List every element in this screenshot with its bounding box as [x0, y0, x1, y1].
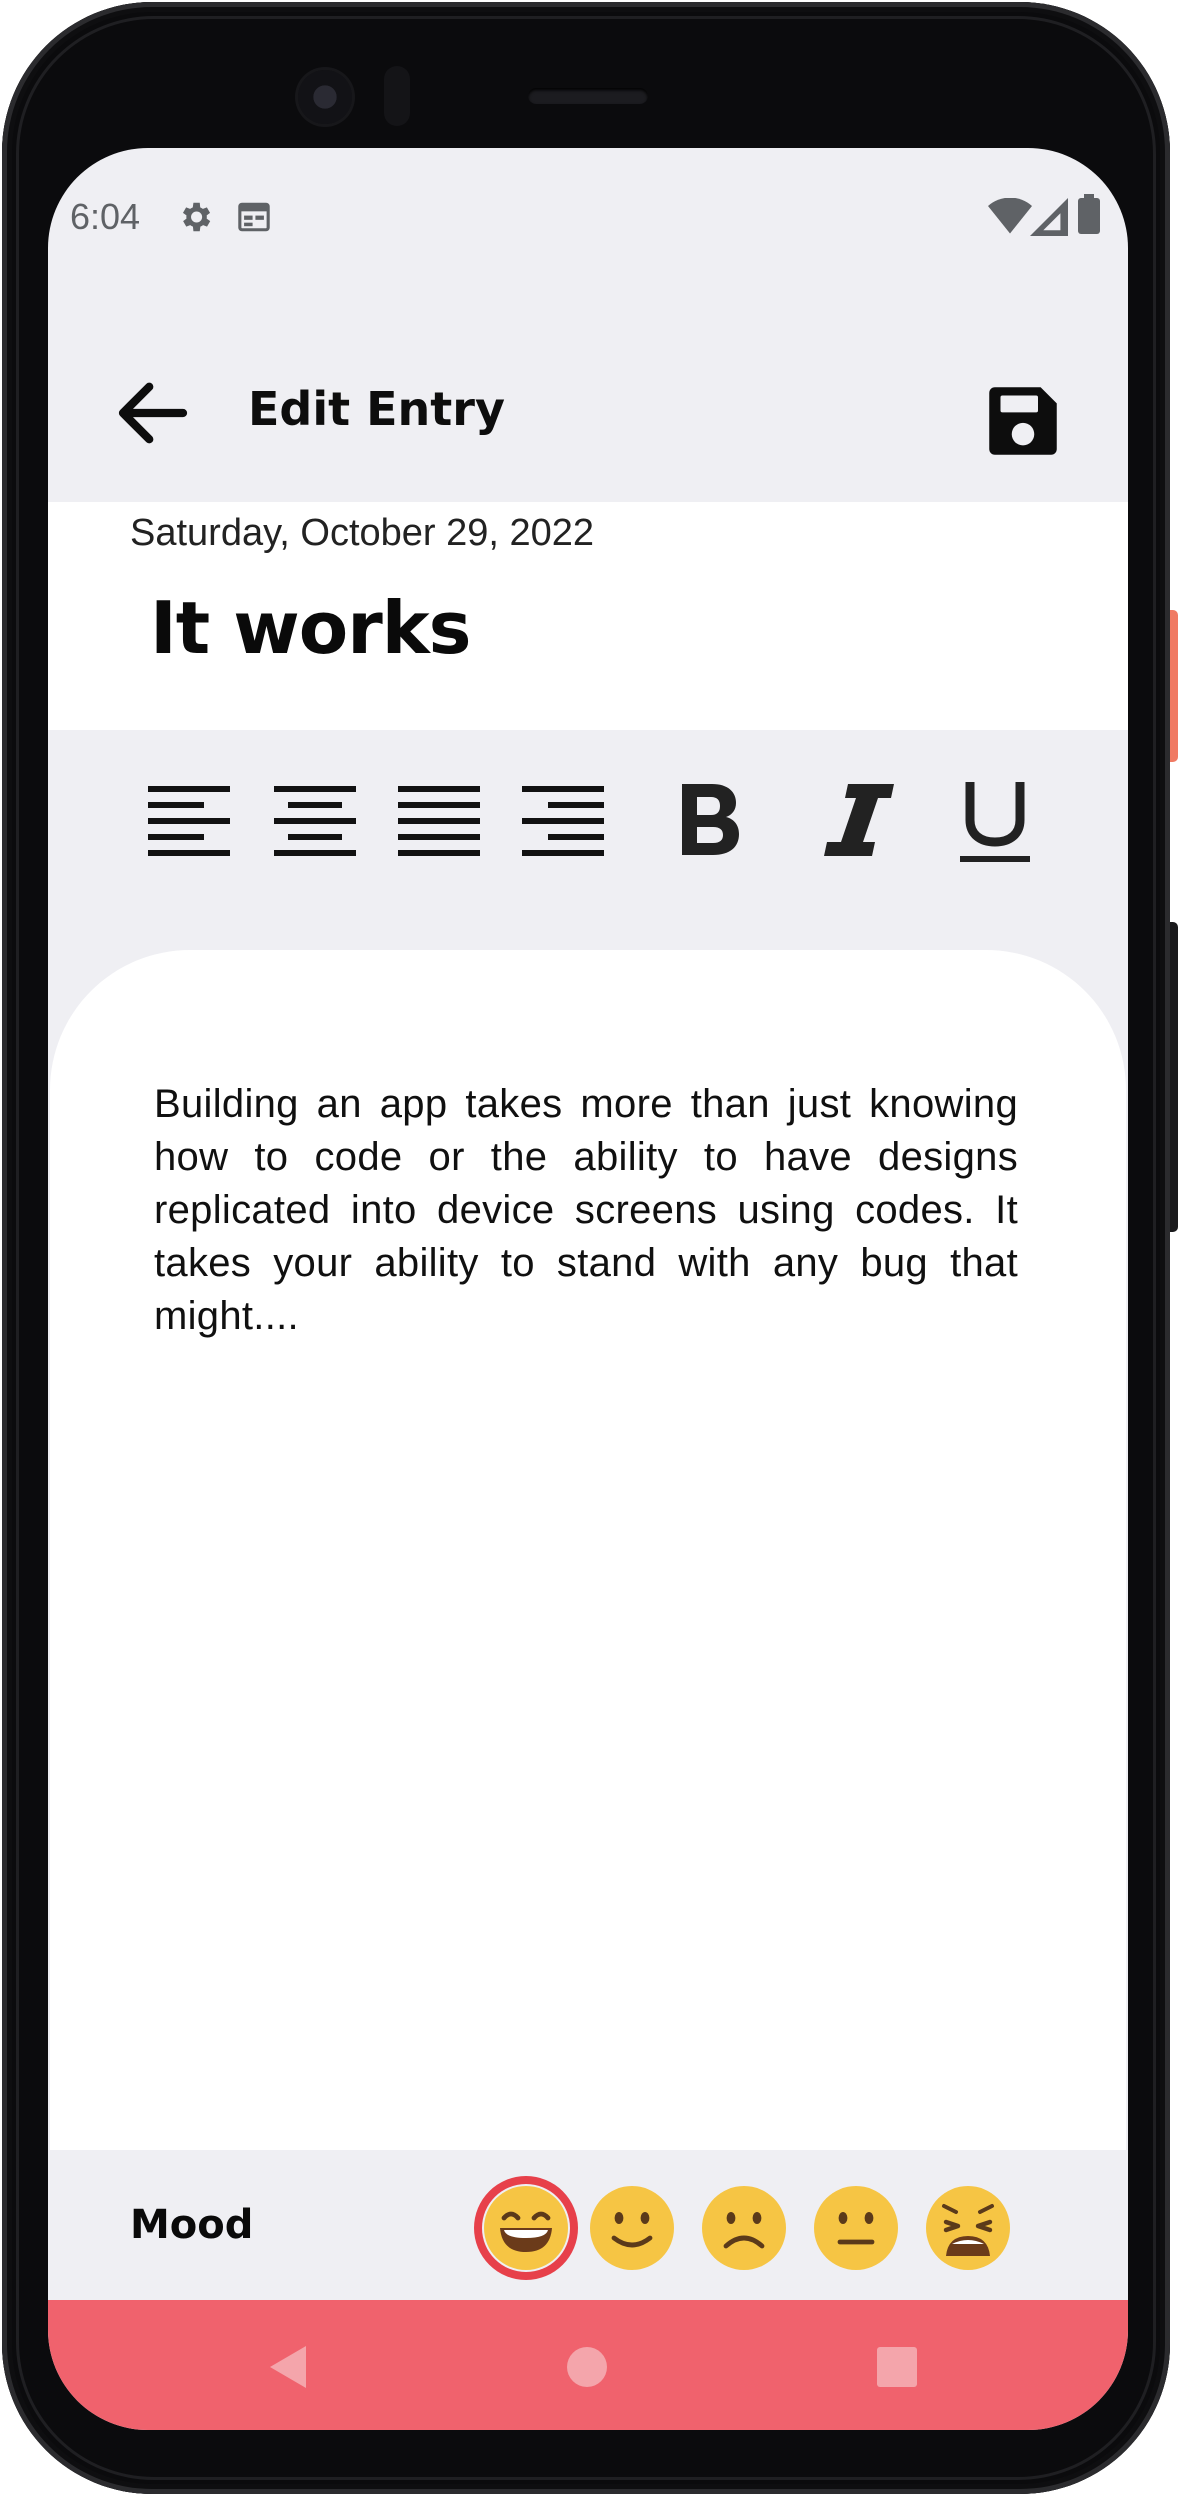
frowning-face-icon — [702, 2186, 786, 2270]
mood-frowning-button[interactable] — [700, 2184, 788, 2272]
italic-icon — [814, 784, 904, 880]
mood-bar: Mood — [48, 2150, 1128, 2300]
italic-button[interactable] — [814, 776, 904, 876]
entry-title-input[interactable]: It works — [150, 586, 471, 670]
mood-slightly-smiling-button[interactable] — [588, 2184, 676, 2272]
status-bar: 6:04 — [48, 148, 1128, 288]
mood-grinning-button[interactable] — [482, 2184, 570, 2272]
align-left-button[interactable] — [144, 776, 234, 876]
back-button[interactable] — [108, 368, 198, 458]
mood-label: Mood — [130, 2202, 254, 2248]
entry-body-textarea[interactable]: Building an app takes more than just kno… — [154, 1078, 1018, 1343]
entry-header: Saturday, October 29, 2022 It works — [48, 502, 1128, 730]
align-center-button[interactable] — [270, 776, 360, 876]
entry-body-card: Building an app takes more than just kno… — [50, 950, 1126, 2150]
circle-home-icon — [567, 2347, 607, 2387]
bold-icon — [666, 784, 756, 880]
nav-home-button[interactable] — [552, 2332, 622, 2402]
volume-button — [1170, 922, 1178, 1232]
neutral-face-icon — [814, 2186, 898, 2270]
slightly-smiling-face-icon — [590, 2186, 674, 2270]
status-time: 6:04 — [70, 196, 141, 237]
weary-face-icon — [926, 2186, 1010, 2270]
mood-weary-button[interactable] — [924, 2184, 1012, 2272]
front-camera — [298, 70, 352, 124]
nav-back-button[interactable] — [252, 2332, 322, 2402]
floppy-disk-icon — [978, 387, 1068, 470]
align-right-button[interactable] — [518, 776, 608, 876]
battery-icon — [1078, 194, 1100, 238]
signal-icon — [1030, 198, 1068, 240]
save-button[interactable] — [978, 376, 1068, 466]
nav-recents-button[interactable] — [862, 2332, 932, 2402]
proximity-sensor — [384, 66, 410, 126]
phone-frame: 6:04 Edit Entry Saturday, October 29, 20… — [2, 2, 1178, 2494]
power-button — [1170, 610, 1178, 762]
app-bar: Edit Entry — [48, 328, 1128, 468]
screen: 6:04 Edit Entry Saturday, October 29, 20… — [48, 148, 1128, 2430]
arrow-left-icon — [108, 382, 198, 462]
align-justify-button[interactable] — [394, 776, 484, 876]
square-recents-icon — [877, 2347, 917, 2387]
align-right-icon — [518, 786, 608, 880]
align-justify-icon — [394, 786, 484, 880]
calendar-icon — [236, 200, 272, 238]
align-left-icon — [144, 786, 234, 880]
entry-date: Saturday, October 29, 2022 — [130, 512, 595, 554]
triangle-back-icon — [270, 2346, 306, 2388]
system-nav-bar — [48, 2300, 1128, 2430]
underline-icon — [950, 782, 1040, 880]
wifi-icon — [988, 197, 1032, 240]
align-center-icon — [270, 786, 360, 880]
format-toolbar — [48, 730, 1128, 950]
page-title: Edit Entry — [248, 382, 505, 436]
mood-neutral-button[interactable] — [812, 2184, 900, 2272]
gear-icon — [176, 198, 214, 240]
bold-button[interactable] — [666, 776, 756, 876]
underline-button[interactable] — [950, 776, 1040, 876]
earpiece-speaker — [528, 88, 648, 104]
grinning-face-icon — [484, 2186, 568, 2270]
